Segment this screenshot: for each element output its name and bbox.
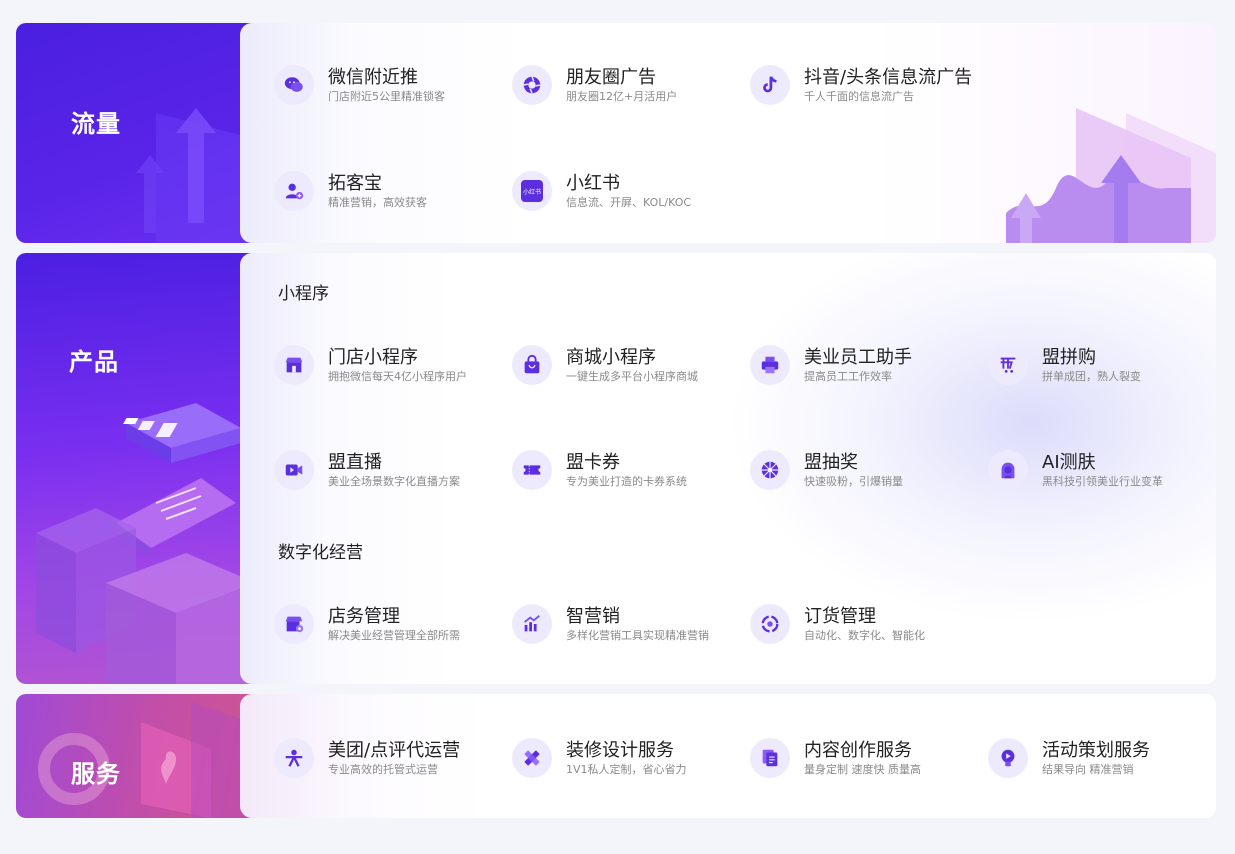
service-side-banner: 服务: [16, 694, 256, 818]
lottery-wheel-icon: [750, 450, 790, 490]
lightbulb-icon: [988, 738, 1028, 778]
item-store-miniprogram[interactable]: 门店小程序 拥抱微信每天4亿小程序用户: [240, 343, 470, 387]
product-cubes-illustration: [36, 403, 256, 684]
item-title: 商城小程序: [566, 347, 656, 368]
product-panel: 小程序 门店小程序 拥抱微信每天4亿小程序用户 商城小程序 一键生成多平台小程序…: [240, 253, 1216, 684]
document-copy-icon: [750, 738, 790, 778]
item-title: 朋友圈广告: [566, 67, 656, 88]
item-ai-skin[interactable]: AI测肤 黑科技引领美业行业变革: [954, 448, 1184, 492]
group-label-miniprogram: 小程序: [278, 284, 329, 304]
item-order-management[interactable]: 订货管理 自动化、数字化、智能化: [716, 602, 946, 646]
shopping-bag-icon: [512, 345, 552, 385]
item-meituan-operation[interactable]: 美团/点评代运营 专业高效的托管式运营: [240, 736, 470, 780]
item-title: 小红书: [566, 173, 620, 194]
item-title: 盟卡券: [566, 452, 620, 473]
item-desc: 自动化、数字化、智能化: [804, 629, 925, 642]
item-wechat-nearby[interactable]: 微信附近推 门店附近5公里精准锁客: [240, 63, 470, 107]
item-desc: 一键生成多平台小程序商城: [566, 370, 698, 383]
item-tuokebao[interactable]: 拓客宝 精准营销，高效获客: [240, 169, 470, 213]
item-desc: 1V1私人定制，省心省力: [566, 763, 687, 776]
item-event-planning[interactable]: 活动策划服务 结果导向 精准营销: [954, 736, 1184, 780]
video-icon: [274, 450, 314, 490]
item-staff-assistant[interactable]: 美业员工助手 提高员工工作效率: [716, 343, 946, 387]
item-desc: 多样化营销工具实现精准营销: [566, 629, 709, 642]
item-title: 门店小程序: [328, 347, 418, 368]
item-title: 美团/点评代运营: [328, 740, 461, 761]
item-desc: 黑科技引领美业行业变革: [1042, 475, 1163, 488]
group-buy-icon: [988, 345, 1028, 385]
item-title: 内容创作服务: [804, 740, 912, 761]
item-desc: 拼单成团，熟人裂变: [1042, 370, 1141, 383]
item-title: 美业员工助手: [804, 347, 912, 368]
item-title: 微信附近推: [328, 67, 418, 88]
service-section: 服务 美团/点评代运营 专业高效的托管式运营 装修设计服务 1V1私人定制，省心…: [16, 694, 1216, 818]
service-panel: 美团/点评代运营 专业高效的托管式运营 装修设计服务 1V1私人定制，省心省力 …: [240, 694, 1216, 818]
item-group-buy[interactable]: 盟拼购 拼单成团，熟人裂变: [954, 343, 1184, 387]
group-label-digital: 数字化经营: [278, 543, 363, 563]
item-desc: 信息流、开屏、KOL/KOC: [566, 196, 692, 209]
item-desc: 门店附近5公里精准锁客: [328, 90, 445, 103]
item-title: 盟拼购: [1042, 347, 1096, 368]
service-title: 服务: [71, 760, 121, 788]
item-smart-marketing[interactable]: 智营销 多样化营销工具实现精准营销: [478, 602, 709, 646]
item-desc: 朋友圈12亿+月活用户: [566, 90, 678, 103]
item-content-creation[interactable]: 内容创作服务 量身定制 速度快 质量高: [716, 736, 946, 780]
meituan-icon: [274, 738, 314, 778]
item-desc: 专为美业打造的卡券系统: [566, 475, 687, 488]
item-title: 订货管理: [804, 606, 876, 627]
item-lottery[interactable]: 盟抽奖 快速吸粉，引爆销量: [716, 448, 946, 492]
item-mall-miniprogram[interactable]: 商城小程序 一键生成多平台小程序商城: [478, 343, 708, 387]
item-desc: 千人千面的信息流广告: [804, 90, 914, 103]
item-desc: 专业高效的托管式运营: [328, 763, 438, 776]
item-title: 店务管理: [328, 606, 400, 627]
camera-shutter-icon: [512, 65, 552, 105]
product-section: 产品 小程序 门店小程序 拥抱微信每天4亿小程序用户 商城小程序 一键生成多平台…: [16, 253, 1216, 684]
xiaohongshu-logo-text: 小红书: [521, 180, 543, 202]
coupon-icon: [512, 450, 552, 490]
store-icon: [274, 345, 314, 385]
traffic-arrows-illustration: [136, 108, 251, 243]
item-title: 智营销: [566, 606, 620, 627]
item-xiaohongshu[interactable]: 小红书 小红书 信息流、开屏、KOL/KOC: [478, 169, 708, 213]
cycle-icon: [750, 604, 790, 644]
item-douyin-ads[interactable]: 抖音/头条信息流广告 千人千面的信息流广告: [716, 63, 972, 107]
item-live[interactable]: 盟直播 美业全场景数字化直播方案: [240, 448, 470, 492]
traffic-panel: 微信附近推 门店附近5公里精准锁客 朋友圈广告 朋友圈12亿+月活用户 抖音/头…: [240, 23, 1216, 243]
traffic-section: 流量 微信附近推 门店附近5公里精准锁客 朋友圈广告 朋友圈12亿+月活用户 抖…: [16, 23, 1216, 243]
face-scan-icon: [988, 450, 1028, 490]
printer-icon: [750, 345, 790, 385]
item-desc: 精准营销，高效获客: [328, 196, 427, 209]
item-coupon[interactable]: 盟卡券 专为美业打造的卡券系统: [478, 448, 708, 492]
item-title: AI测肤: [1042, 452, 1096, 473]
item-title: 盟抽奖: [804, 452, 858, 473]
item-desc: 解决美业经营管理全部所需: [328, 629, 460, 642]
item-desc: 量身定制 速度快 质量高: [804, 763, 921, 776]
xiaohongshu-icon: 小红书: [512, 171, 552, 211]
item-store-management[interactable]: 店务管理 解决美业经营管理全部所需: [240, 602, 470, 646]
growth-chart-illustration: [1006, 108, 1216, 243]
item-decoration-design[interactable]: 装修设计服务 1V1私人定制，省心省力: [478, 736, 708, 780]
traffic-side-banner: 流量: [16, 23, 256, 243]
user-plus-icon: [274, 171, 314, 211]
item-desc: 提高员工工作效率: [804, 370, 892, 383]
item-desc: 快速吸粉，引爆销量: [804, 475, 903, 488]
wechat-icon: [274, 65, 314, 105]
item-title: 抖音/头条信息流广告: [804, 67, 973, 88]
service-illustration: [38, 702, 256, 818]
item-desc: 结果导向 精准营销: [1042, 763, 1134, 776]
item-title: 拓客宝: [328, 173, 382, 194]
growth-chart-icon: [512, 604, 552, 644]
item-title: 装修设计服务: [566, 740, 674, 761]
shop-settings-icon: [274, 604, 314, 644]
item-desc: 美业全场景数字化直播方案: [328, 475, 460, 488]
item-desc: 拥抱微信每天4亿小程序用户: [328, 370, 467, 383]
tiktok-icon: [750, 65, 790, 105]
item-title: 活动策划服务: [1042, 740, 1150, 761]
product-side-banner: 产品: [16, 253, 256, 684]
pencil-ruler-icon: [512, 738, 552, 778]
product-title: 产品: [69, 348, 119, 376]
traffic-title: 流量: [71, 110, 121, 138]
item-title: 盟直播: [328, 452, 382, 473]
item-moments-ads[interactable]: 朋友圈广告 朋友圈12亿+月活用户: [478, 63, 708, 107]
